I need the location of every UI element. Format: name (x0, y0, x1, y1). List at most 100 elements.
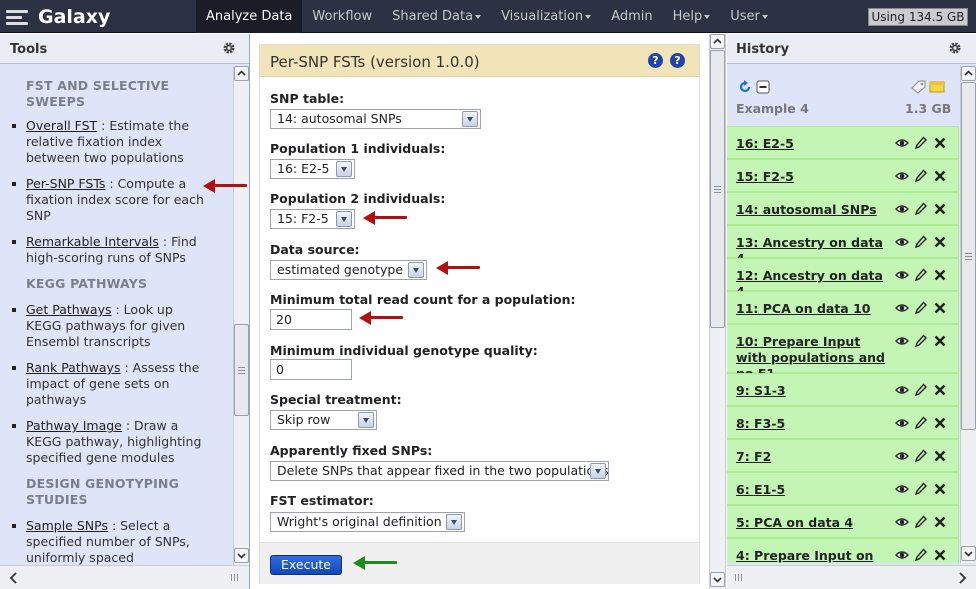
history-horizontal-scrollbar[interactable] (727, 565, 976, 589)
delete-icon[interactable] (933, 202, 947, 216)
dataset-title[interactable]: 6: E1-5 (736, 482, 891, 498)
delete-icon[interactable] (933, 515, 947, 529)
min-read-count-input[interactable]: 20 (270, 309, 352, 330)
eye-icon[interactable] (895, 548, 909, 562)
eye-icon[interactable] (895, 449, 909, 463)
gear-icon[interactable] (948, 41, 962, 55)
scroll-up-button[interactable] (234, 66, 249, 81)
tag-icon[interactable] (911, 80, 927, 94)
nav-visualization[interactable]: Visualization (491, 0, 601, 33)
tool-overall-fst[interactable]: Overall FST : Estimate the relative fixa… (12, 118, 212, 166)
tool-link[interactable]: Get Pathways (26, 302, 112, 317)
dataset-row[interactable]: 12: Ancestry on data 4 (727, 258, 959, 299)
pencil-icon[interactable] (914, 482, 928, 496)
dataset-title[interactable]: 5: PCA on data 4 (736, 515, 891, 531)
tools-vertical-scrollbar[interactable] (233, 66, 249, 589)
delete-icon[interactable] (933, 136, 947, 150)
eye-icon[interactable] (895, 235, 909, 249)
tool-rank-pathways[interactable]: Rank Pathways : Assess the impact of gen… (12, 360, 212, 408)
delete-icon[interactable] (933, 449, 947, 463)
dataset-row[interactable]: 15: F2-5 (727, 159, 959, 192)
quota-meter[interactable]: Using 134.5 GB (868, 8, 968, 26)
resize-grip[interactable] (735, 574, 742, 581)
annotation-icon[interactable] (929, 80, 945, 94)
help-icon[interactable]: ? (670, 53, 685, 68)
dataset-title[interactable]: 9: S1-3 (736, 383, 891, 399)
eye-icon[interactable] (895, 268, 909, 282)
tool-link[interactable]: Per-SNP FSTs (26, 176, 105, 191)
scroll-up-button[interactable] (710, 34, 725, 49)
delete-icon[interactable] (933, 548, 947, 562)
pencil-icon[interactable] (914, 416, 928, 430)
refresh-icon[interactable] (738, 80, 752, 94)
dataset-row[interactable]: 13: Ancestry on data 4 (727, 225, 959, 266)
data-source-select[interactable]: estimated genotype (270, 260, 427, 280)
dataset-row[interactable]: 14: autosomal SNPs (727, 192, 959, 225)
delete-icon[interactable] (933, 383, 947, 397)
dataset-row[interactable]: 6: E1-5 (727, 472, 959, 505)
dataset-row[interactable]: 16: E2-5 (727, 126, 959, 159)
fst-estimator-select[interactable]: Wright's original definition (270, 512, 465, 532)
chevron-left-icon[interactable] (8, 571, 20, 585)
eye-icon[interactable] (895, 136, 909, 150)
section-fst-and-selective-sweeps[interactable]: FST AND SELECTIVE SWEEPS (26, 78, 216, 110)
brand[interactable]: Galaxy (6, 4, 110, 30)
snp-table-select[interactable]: 14: autosomal SNPs (270, 109, 481, 129)
gear-icon[interactable] (222, 41, 236, 55)
eye-icon[interactable] (895, 169, 909, 183)
section-kegg-pathways[interactable]: KEGG PATHWAYS (26, 276, 216, 292)
delete-icon[interactable] (933, 334, 947, 348)
eye-icon[interactable] (895, 202, 909, 216)
nav-help[interactable]: Help (663, 0, 721, 33)
pencil-icon[interactable] (914, 449, 928, 463)
scroll-down-button[interactable] (961, 546, 976, 561)
dataset-title[interactable]: 8: F3-5 (736, 416, 891, 432)
scroll-thumb[interactable] (961, 82, 976, 430)
history-vertical-scrollbar[interactable] (960, 66, 976, 563)
tool-link[interactable]: Rank Pathways (26, 360, 120, 375)
population-1-select[interactable]: 16: E2-5 (270, 159, 355, 179)
eye-icon[interactable] (895, 334, 909, 348)
tool-get-pathways[interactable]: Get Pathways : Look up KEGG pathways for… (12, 302, 212, 350)
collapse-icon[interactable] (756, 80, 770, 94)
chevron-right-icon[interactable] (956, 571, 968, 585)
dataset-row[interactable]: 10: Prepare Input with populations and n… (727, 324, 959, 381)
pencil-icon[interactable] (914, 334, 928, 348)
delete-icon[interactable] (933, 268, 947, 282)
dataset-title[interactable]: 15: F2-5 (736, 169, 891, 185)
delete-icon[interactable] (933, 301, 947, 315)
pencil-icon[interactable] (914, 268, 928, 282)
special-treatment-select[interactable]: Skip row (270, 410, 377, 430)
delete-icon[interactable] (933, 416, 947, 430)
pencil-icon[interactable] (914, 169, 928, 183)
dataset-row[interactable]: 4: Prepare Input on (727, 538, 959, 563)
pencil-icon[interactable] (914, 383, 928, 397)
tool-remarkable-intervals[interactable]: Remarkable Intervals : Find high-scoring… (12, 234, 212, 266)
history-name[interactable]: Example 4 (736, 101, 809, 116)
dataset-row[interactable]: 5: PCA on data 4 (727, 505, 959, 538)
pencil-icon[interactable] (914, 136, 928, 150)
delete-icon[interactable] (933, 482, 947, 496)
nav-admin[interactable]: Admin (601, 0, 662, 33)
tools-horizontal-scrollbar[interactable] (0, 565, 249, 589)
pencil-icon[interactable] (914, 202, 928, 216)
fixed-snps-select[interactable]: Delete SNPs that appear fixed in the two… (270, 461, 609, 481)
tool-per-snp-fsts[interactable]: Per-SNP FSTs : Compute a fixation index … (12, 176, 212, 224)
execute-button[interactable]: Execute (270, 555, 342, 575)
scroll-down-button[interactable] (710, 572, 725, 587)
eye-icon[interactable] (895, 301, 909, 315)
section-design-genotyping-studies[interactable]: DESIGN GENOTYPING STUDIES (26, 476, 216, 508)
tool-link[interactable]: Overall FST (26, 118, 97, 133)
dataset-title[interactable]: 14: autosomal SNPs (736, 202, 891, 218)
scroll-thumb[interactable] (234, 324, 249, 416)
help-icon[interactable]: ? (648, 53, 663, 68)
pencil-icon[interactable] (914, 301, 928, 315)
nav-shared-data[interactable]: Shared Data (382, 0, 491, 33)
dataset-row[interactable]: 9: S1-3 (727, 373, 959, 406)
nav-user[interactable]: User (720, 0, 778, 33)
dataset-title[interactable]: 4: Prepare Input on (736, 548, 891, 563)
center-vertical-scrollbar[interactable] (709, 34, 726, 589)
pencil-icon[interactable] (914, 548, 928, 562)
population-2-select[interactable]: 15: F2-5 (270, 209, 355, 229)
eye-icon[interactable] (895, 416, 909, 430)
